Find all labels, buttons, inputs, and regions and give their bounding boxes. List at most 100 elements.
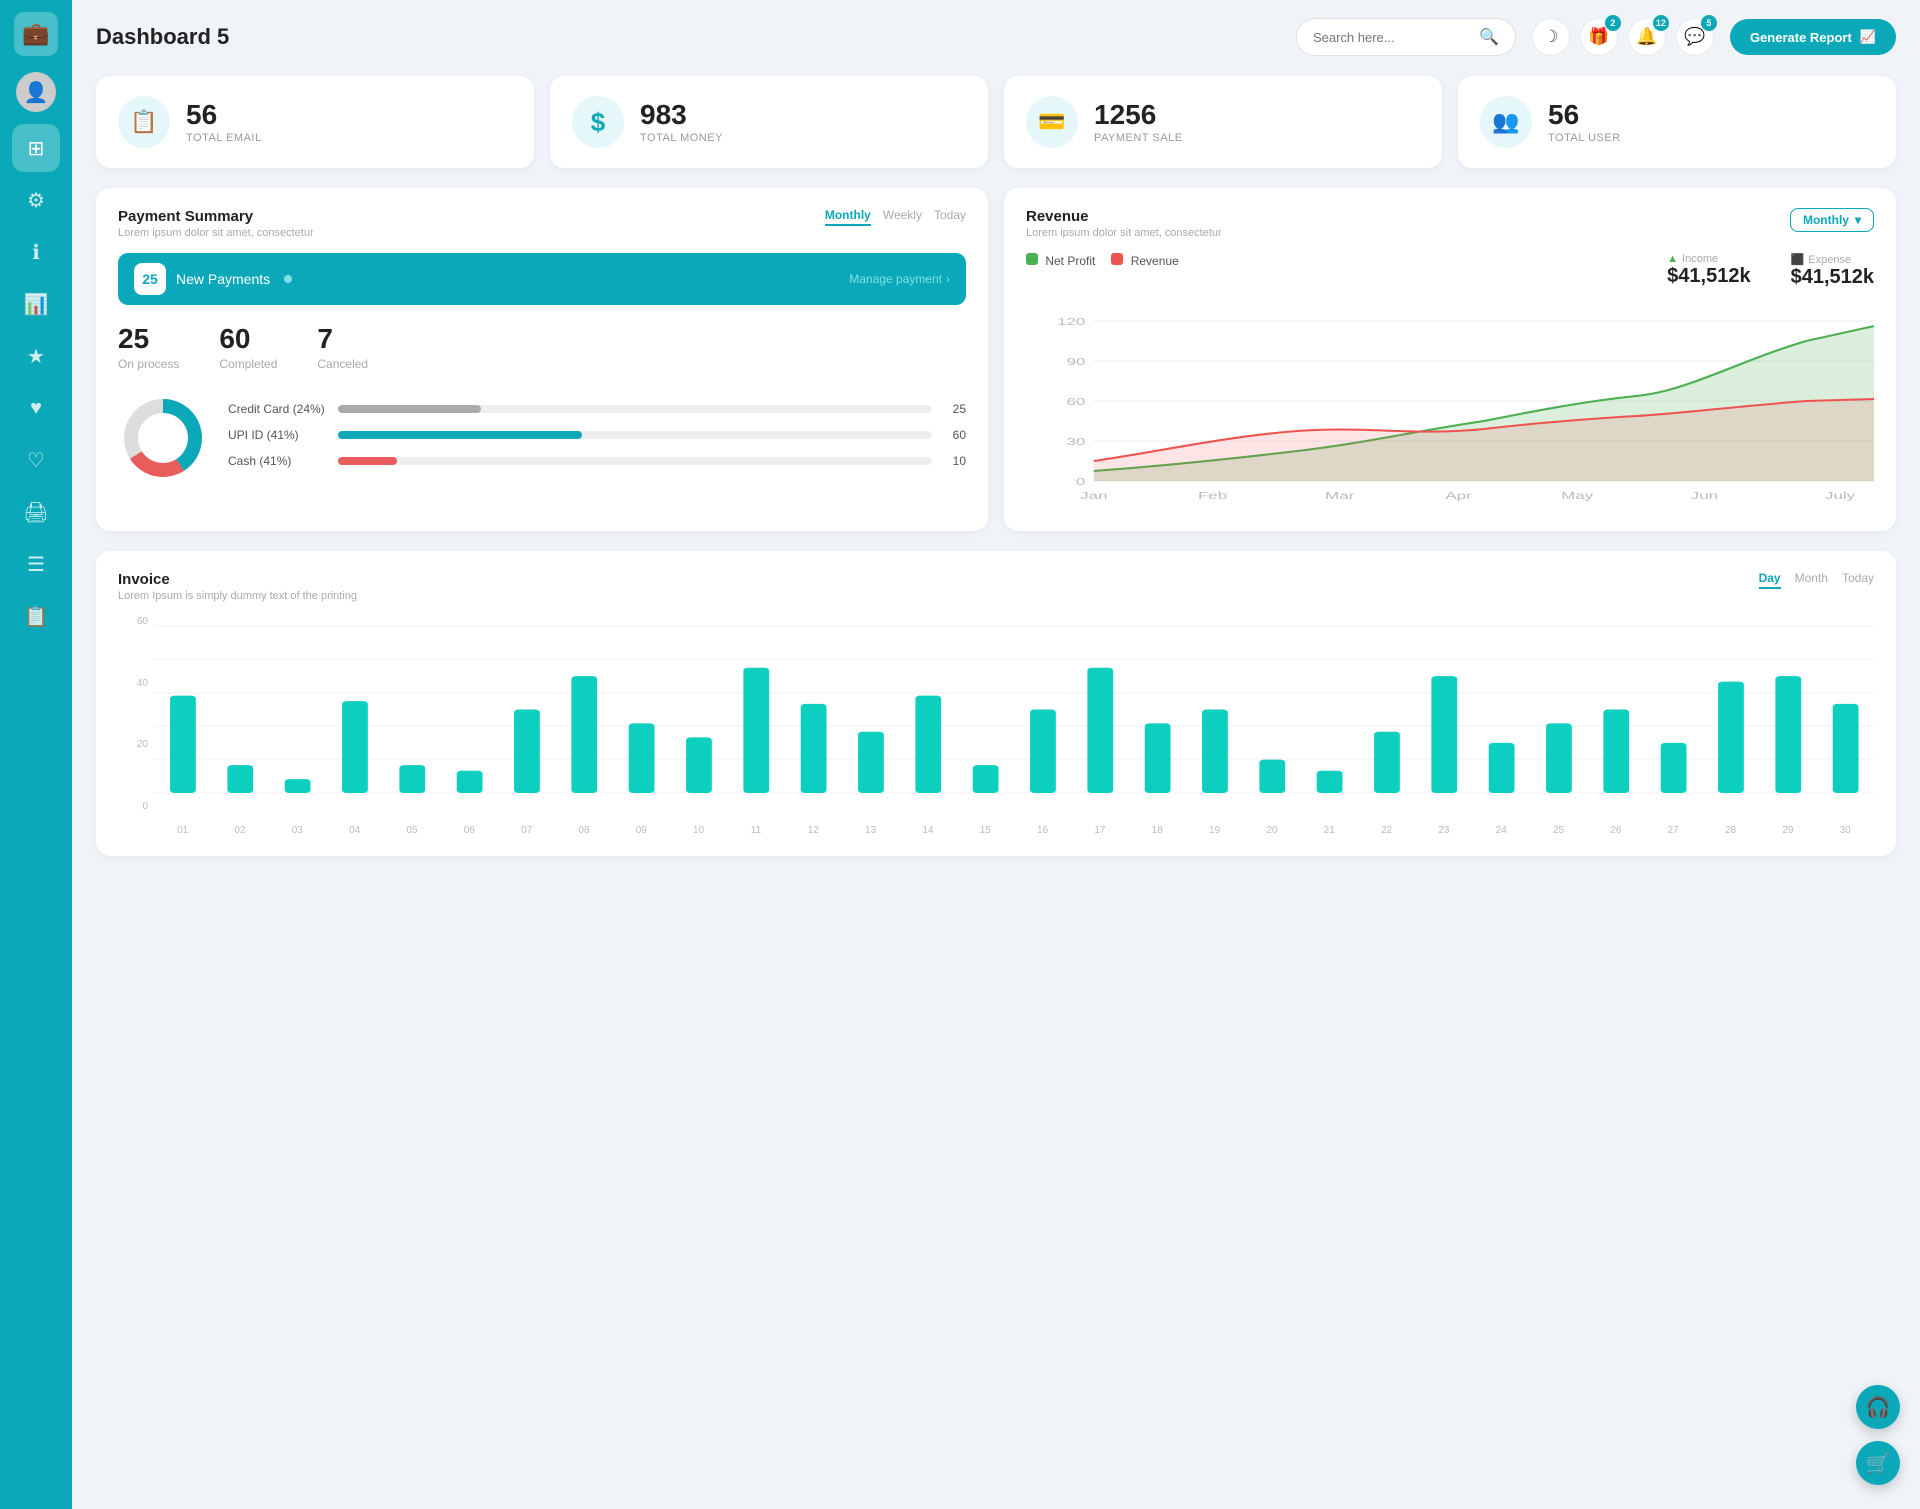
invoice-bar: [629, 723, 655, 793]
invoice-bar: [1374, 732, 1400, 793]
on-process-number: 25: [118, 323, 179, 355]
stat-card-money: $ 983 TOTAL MONEY: [550, 76, 988, 168]
revenue-header: Revenue Lorem ipsum dolor sit amet, cons…: [1026, 208, 1874, 239]
on-process-label: On process: [118, 357, 179, 371]
sidebar-item-analytics[interactable]: 📊: [12, 280, 60, 328]
sidebar-logo[interactable]: 💼: [14, 12, 58, 56]
invoice-subtitle: Lorem Ipsum is simply dummy text of the …: [118, 590, 357, 602]
invoice-bar-chart: [154, 616, 1874, 816]
bell-button[interactable]: 🔔 12: [1628, 18, 1666, 56]
svg-text:30: 30: [1067, 436, 1086, 447]
sidebar-item-settings[interactable]: ⚙: [12, 176, 60, 224]
stat-completed: 60 Completed: [219, 323, 277, 371]
tab-weekly[interactable]: Weekly: [883, 208, 922, 226]
completed-label: Completed: [219, 357, 277, 371]
money-label: TOTAL MONEY: [640, 132, 723, 144]
main-content: Dashboard 5 🔍 ☽ 🎁 2 🔔 12 💬 5 Generate Re: [72, 0, 1920, 1509]
svg-text:May: May: [1561, 490, 1593, 501]
analytics-icon: 📊: [24, 292, 49, 317]
sidebar-item-print[interactable]: 🖨: [12, 488, 60, 536]
svg-text:0: 0: [1076, 476, 1086, 487]
expense-value: $41,512k: [1791, 266, 1874, 289]
fab-support-button[interactable]: 🎧: [1856, 1385, 1900, 1429]
invoice-bar: [1546, 723, 1572, 793]
sidebar-item-heart2[interactable]: ♡: [12, 436, 60, 484]
svg-text:July: July: [1825, 490, 1855, 501]
invoice-bar: [801, 704, 827, 793]
invoice-bar: [170, 696, 196, 793]
tab-today[interactable]: Today: [934, 208, 966, 226]
invoice-x-axis: 0102030405060708091011121314151617181920…: [154, 825, 1874, 836]
svg-text:60: 60: [1067, 396, 1086, 407]
invoice-bar: [1489, 743, 1515, 793]
gift-button[interactable]: 🎁 2: [1580, 18, 1618, 56]
income-label: ▲ Income: [1667, 253, 1750, 265]
x-label: 17: [1071, 825, 1128, 836]
chevron-right-icon: ›: [946, 272, 950, 286]
sidebar-item-menu[interactable]: ☰: [12, 540, 60, 588]
revenue-monthly-dropdown[interactable]: Monthly ▾: [1790, 208, 1874, 232]
sidebar-item-info[interactable]: ℹ: [12, 228, 60, 276]
moon-button[interactable]: ☽: [1532, 18, 1570, 56]
invoice-title: Invoice: [118, 571, 357, 588]
sidebar-item-star[interactable]: ★: [12, 332, 60, 380]
search-input[interactable]: [1313, 30, 1471, 45]
chevron-down-icon: ▾: [1855, 213, 1861, 227]
tab-month[interactable]: Month: [1795, 571, 1828, 589]
cash-label: Cash (41%): [228, 454, 328, 468]
invoice-header: Invoice Lorem Ipsum is simply dummy text…: [118, 571, 1874, 602]
manage-payment-link[interactable]: Manage payment ›: [849, 272, 950, 286]
expense-stat: ⬛ Expense $41,512k: [1791, 253, 1874, 289]
svg-text:Jan: Jan: [1080, 490, 1107, 501]
sidebar-item-dashboard[interactable]: ⊞: [12, 124, 60, 172]
bell-icon: 🔔: [1636, 27, 1657, 47]
avatar-icon: 👤: [24, 80, 49, 105]
search-box[interactable]: 🔍: [1296, 18, 1516, 56]
fab-cart-button[interactable]: 🛒: [1856, 1441, 1900, 1485]
page-title: Dashboard 5: [96, 24, 1280, 50]
y-label-20: 20: [118, 739, 148, 750]
payment-summary-header: Payment Summary Lorem ipsum dolor sit am…: [118, 208, 966, 239]
list-icon: 📋: [24, 604, 49, 629]
bell-badge: 12: [1653, 15, 1669, 31]
sidebar-avatar[interactable]: 👤: [16, 72, 56, 112]
stat-card-email: 📋 56 TOTAL EMAIL: [96, 76, 534, 168]
sidebar-item-list[interactable]: 📋: [12, 592, 60, 640]
x-label: 18: [1129, 825, 1186, 836]
x-label: 09: [613, 825, 670, 836]
tab-day[interactable]: Day: [1759, 571, 1781, 589]
x-label: 02: [211, 825, 268, 836]
x-label: 12: [785, 825, 842, 836]
invoice-bar: [1775, 676, 1801, 793]
user-label: TOTAL USER: [1548, 132, 1621, 144]
x-label: 16: [1014, 825, 1071, 836]
x-label: 08: [555, 825, 612, 836]
gift-icon: 🎁: [1588, 27, 1609, 47]
sidebar-item-heart[interactable]: ♥: [12, 384, 60, 432]
bar-row-upi: UPI ID (41%) 60: [228, 428, 966, 442]
net-profit-dot: [1026, 253, 1038, 265]
user-number: 56: [1548, 100, 1621, 131]
invoice-bar: [858, 732, 884, 793]
tab-monthly[interactable]: Monthly: [825, 208, 871, 226]
invoice-bar: [973, 765, 999, 793]
tab-today-invoice[interactable]: Today: [1842, 571, 1874, 589]
x-label: 10: [670, 825, 727, 836]
payment-summary-card: Payment Summary Lorem ipsum dolor sit am…: [96, 188, 988, 531]
invoice-bar: [342, 701, 368, 793]
canceled-number: 7: [317, 323, 368, 355]
upi-bar-track: [338, 431, 932, 439]
invoice-bar: [514, 710, 540, 794]
generate-report-button[interactable]: Generate Report 📈: [1730, 19, 1896, 55]
new-payments-dot: [284, 275, 292, 283]
chat-button[interactable]: 💬 5: [1676, 18, 1714, 56]
user-icon: 👥: [1480, 96, 1532, 148]
x-label: 29: [1759, 825, 1816, 836]
invoice-y-axis: 60 40 20 0: [118, 616, 148, 812]
money-icon: $: [572, 96, 624, 148]
x-label: 22: [1358, 825, 1415, 836]
payment-icon: 💳: [1026, 96, 1078, 148]
revenue-card: Revenue Lorem ipsum dolor sit amet, cons…: [1004, 188, 1896, 531]
revenue-legend-item: Revenue: [1111, 253, 1178, 268]
y-label-60: 60: [118, 616, 148, 627]
